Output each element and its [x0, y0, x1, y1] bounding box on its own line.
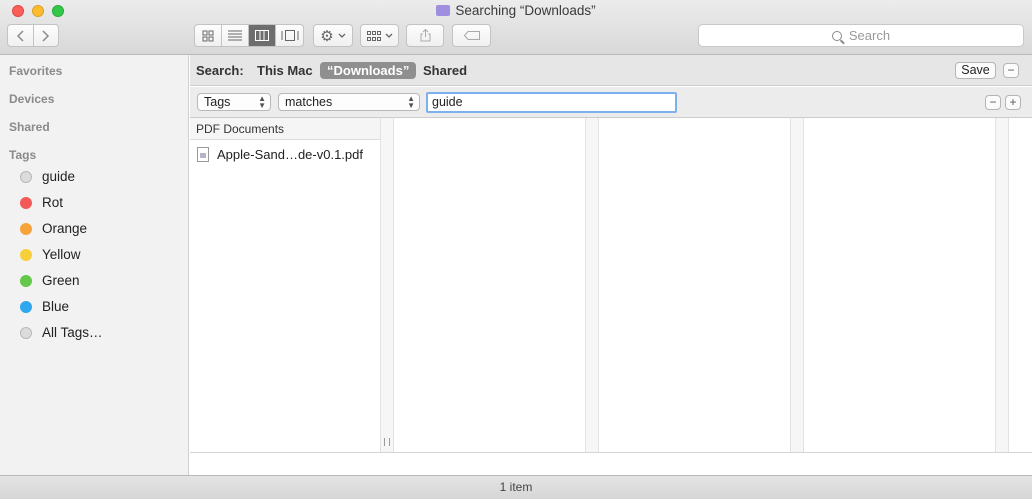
criteria-value-input[interactable]: guide	[426, 92, 677, 113]
save-search-button[interactable]: Save	[955, 62, 996, 79]
column-resize-grip[interactable]	[384, 438, 390, 446]
arrange-menu-button[interactable]	[360, 24, 399, 47]
search-icon	[831, 30, 842, 41]
path-bar	[190, 452, 1032, 475]
search-field[interactable]: Search	[698, 24, 1024, 47]
tag-color-dot	[20, 222, 32, 235]
column-view-button[interactable]	[249, 25, 276, 46]
chevron-down-icon	[385, 33, 392, 38]
columns-icon	[255, 30, 269, 41]
sidebar-tag-label: Rot	[42, 195, 64, 210]
chevron-right-icon	[42, 29, 49, 42]
sidebar-section-favorites[interactable]: Favorites	[9, 64, 62, 78]
share-button[interactable]	[406, 24, 444, 47]
sidebar-tag-label: guide	[42, 169, 76, 184]
search-placeholder: Search	[848, 28, 891, 43]
sidebar-section-shared[interactable]: Shared	[9, 120, 50, 134]
column-divider[interactable]	[790, 118, 804, 452]
icon-view-button[interactable]	[195, 25, 222, 46]
sidebar-tag-label: Orange	[42, 221, 88, 236]
sidebar-section-devices[interactable]: Devices	[9, 92, 54, 106]
sidebar-tag-guide[interactable]: guide	[20, 169, 75, 184]
gallery-icon	[281, 30, 298, 41]
sidebar: Favorites Devices Shared Tags guide Rot …	[0, 55, 189, 475]
all-tags-icon	[20, 326, 32, 339]
tag-color-dot	[20, 196, 32, 209]
tag-color-dot	[20, 274, 32, 287]
edit-tags-button[interactable]	[452, 24, 491, 47]
sidebar-section-tags[interactable]: Tags	[9, 148, 36, 162]
scope-this-mac[interactable]: This Mac	[257, 63, 313, 78]
grid-icon	[202, 30, 214, 41]
forward-button[interactable]	[34, 25, 59, 46]
tag-color-dot	[20, 300, 32, 313]
column-divider[interactable]	[380, 118, 394, 452]
sidebar-tag-label: Yellow	[42, 247, 81, 262]
smart-folder-icon	[436, 5, 451, 16]
column-divider[interactable]	[585, 118, 599, 452]
tag-color-dot	[20, 170, 32, 183]
results-column: PDF Documents Apple-Sand…de-v0.1.pdf	[190, 118, 381, 452]
updown-chevron-icon: ▲ ▼	[258, 94, 266, 110]
view-mode-control	[194, 24, 304, 47]
search-scope-label: Search:	[196, 63, 244, 78]
results-group-header: PDF Documents	[190, 118, 380, 140]
updown-chevron-icon: ▲ ▼	[407, 94, 415, 110]
arrange-grid-icon	[366, 30, 381, 41]
file-row[interactable]: Apple-Sand…de-v0.1.pdf	[190, 143, 380, 165]
chevron-down-icon	[338, 33, 346, 38]
column-divider[interactable]	[995, 118, 1009, 452]
operator-select[interactable]: matches ▲ ▼	[278, 93, 420, 111]
remove-criteria-button[interactable]: −	[985, 95, 1001, 110]
sidebar-tag-label: All Tags…	[42, 325, 103, 340]
sidebar-tag-orange[interactable]: Orange	[20, 221, 87, 236]
history-nav	[7, 24, 59, 47]
remove-scope-button[interactable]: −	[1003, 63, 1019, 78]
list-view-button[interactable]	[222, 25, 249, 46]
sidebar-tag-yellow[interactable]: Yellow	[20, 247, 81, 262]
add-criteria-button[interactable]: +	[1005, 95, 1021, 110]
scope-shared[interactable]: Shared	[423, 63, 467, 78]
window-toolbar: Searching “Downloads” ⚙ Search	[0, 0, 1032, 55]
attribute-select[interactable]: Tags ▲ ▼	[197, 93, 271, 111]
sidebar-tag-label: Green	[42, 273, 80, 288]
status-bar: 1 item	[0, 475, 1032, 499]
sidebar-tag-rot[interactable]: Rot	[20, 195, 63, 210]
action-menu-button[interactable]: ⚙	[313, 24, 353, 47]
gear-icon: ⚙	[320, 27, 334, 45]
gallery-view-button[interactable]	[276, 25, 303, 46]
tag-icon	[463, 31, 480, 40]
item-count: 1 item	[499, 480, 533, 494]
back-button[interactable]	[8, 25, 34, 46]
scope-downloads[interactable]: “Downloads”	[320, 62, 417, 79]
tag-color-dot	[20, 248, 32, 261]
share-icon	[420, 29, 430, 42]
sidebar-tag-blue[interactable]: Blue	[20, 299, 69, 314]
file-name: Apple-Sand…de-v0.1.pdf	[217, 146, 363, 162]
pdf-file-icon	[197, 146, 209, 162]
window-title: Searching “Downloads”	[0, 3, 1032, 18]
sidebar-tag-all-tags[interactable]: All Tags…	[20, 325, 103, 340]
sidebar-tag-label: Blue	[42, 299, 70, 314]
chevron-left-icon	[17, 29, 24, 42]
list-icon	[228, 30, 242, 41]
sidebar-tag-green[interactable]: Green	[20, 273, 80, 288]
search-scope-bar: Search: This Mac “Downloads” Shared	[190, 55, 1032, 86]
